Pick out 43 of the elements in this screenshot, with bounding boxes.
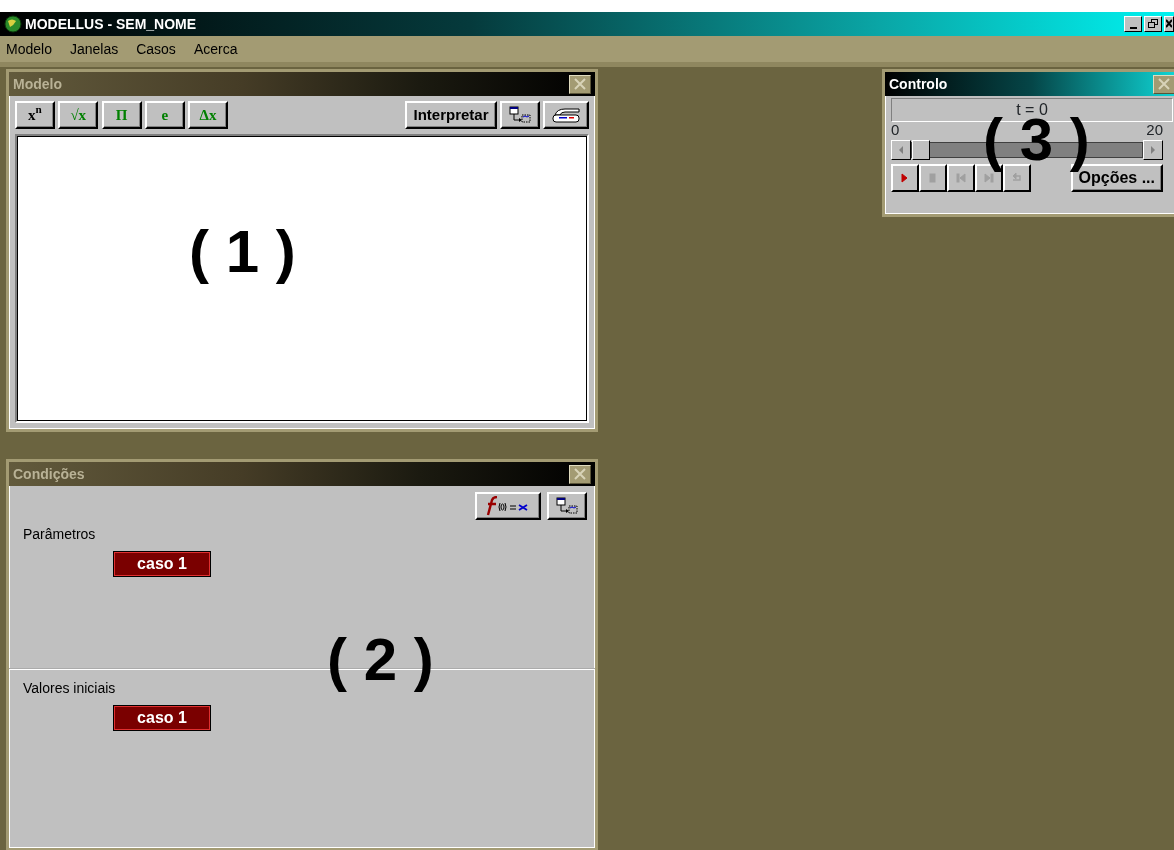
editor-area[interactable] [15,134,589,423]
scroll-right-button[interactable] [1143,140,1163,160]
close-icon [573,78,587,90]
scale-min-label: 0 [891,122,900,138]
left-arrow-icon [898,145,904,155]
close-icon [1166,19,1172,29]
initial-value-button[interactable] [474,492,541,520]
case-button[interactable]: caso 1 [113,705,211,731]
annotation-label: ( 1 ) [189,222,296,282]
window-title: Controlo [889,74,948,94]
section-label: Valores iniciais [23,679,117,698]
transfer-icon [508,106,531,124]
interpret-button[interactable]: Interpretar [405,101,497,129]
math-button[interactable]: x$^{n}$ [15,101,55,129]
menu-item[interactable]: Modelo [6,38,52,60]
window-title: Condições [13,464,85,484]
play-button[interactable] [891,164,919,192]
menu-item[interactable]: Casos [136,38,176,60]
scroll-left-button[interactable] [891,140,911,160]
globe-icon [4,15,22,33]
restore-icon [1147,19,1159,29]
app-title: MODELLUS - SEM_NOME [25,14,197,34]
window-title: Modelo [13,74,62,94]
restore-button[interactable] [1144,16,1162,32]
close-icon [1157,78,1171,90]
close-icon [573,468,587,480]
menu-item[interactable]: Acerca [193,38,238,60]
section-label: Parâmetros [23,525,97,544]
minimize-button[interactable] [1124,16,1142,32]
transfer-button[interactable] [499,101,540,129]
print-button[interactable] [543,101,589,129]
slider-thumb[interactable] [912,140,930,160]
scale-max-label: 20 [1146,122,1163,138]
close-button[interactable] [569,464,591,484]
close-button[interactable] [569,74,591,94]
minimize-icon [1129,26,1137,29]
menu-item[interactable]: Janelas [69,38,119,60]
right-arrow-icon [1150,145,1156,155]
annotation-label: ( 2 ) [327,630,434,690]
case-button[interactable]: caso 1 [113,551,211,577]
transfer-icon [556,497,578,515]
printer-icon [551,106,581,124]
transfer-button[interactable] [547,492,587,520]
